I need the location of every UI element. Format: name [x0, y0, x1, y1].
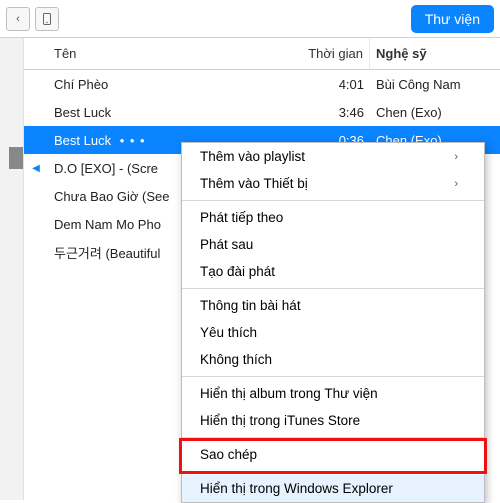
now-playing-icon: ◀: [24, 163, 48, 174]
toolbar: ‹ Thư viện: [0, 0, 500, 38]
ctx-separator: [182, 288, 484, 289]
track-name: Best Luck: [48, 105, 300, 120]
sidebar: [0, 38, 24, 500]
table-row[interactable]: Chí Phèo4:01Bùi Công Nam: [24, 70, 500, 98]
ctx-play-next[interactable]: Phát tiếp theo: [182, 204, 484, 231]
toolbar-left-group: ‹: [6, 7, 59, 31]
ctx-dislike[interactable]: Không thích: [182, 346, 484, 373]
table-row[interactable]: Best Luck3:46Chen (Exo): [24, 98, 500, 126]
ctx-separator: [182, 200, 484, 201]
more-icon[interactable]: • • •: [111, 133, 146, 148]
track-time: 4:01: [300, 77, 370, 92]
sidebar-marker: [9, 147, 23, 169]
ctx-love[interactable]: Yêu thích: [182, 319, 484, 346]
ctx-show-album[interactable]: Hiển thị album trong Thư viện: [182, 380, 484, 407]
ctx-copy[interactable]: Sao chép: [182, 441, 484, 468]
ctx-add-playlist[interactable]: Thêm vào playlist›: [182, 143, 484, 170]
header-name[interactable]: Tên: [24, 38, 300, 69]
ctx-play-later[interactable]: Phát sau: [182, 231, 484, 258]
ctx-separator: [182, 471, 484, 472]
chevron-right-icon: ›: [454, 151, 458, 163]
header-artist[interactable]: Nghệ sỹ: [370, 38, 500, 69]
context-menu: Thêm vào playlist› Thêm vào Thiết bị› Ph…: [181, 142, 485, 503]
back-button[interactable]: ‹: [6, 7, 30, 31]
chevron-right-icon: ›: [454, 178, 458, 190]
ctx-song-info[interactable]: Thông tin bài hát: [182, 292, 484, 319]
track-time: 3:46: [300, 105, 370, 120]
device-icon: [40, 12, 54, 26]
ctx-create-station[interactable]: Tạo đài phát: [182, 258, 484, 285]
ctx-separator: [182, 437, 484, 438]
ctx-show-explorer[interactable]: Hiển thị trong Windows Explorer: [182, 475, 484, 502]
library-button[interactable]: Thư viện: [411, 5, 494, 33]
ctx-add-device[interactable]: Thêm vào Thiết bị›: [182, 170, 484, 197]
header-time[interactable]: Thời gian: [300, 38, 370, 69]
track-artist: Chen (Exo): [370, 105, 500, 120]
device-button[interactable]: [35, 7, 59, 31]
ctx-separator: [182, 376, 484, 377]
track-name: Chí Phèo: [48, 77, 300, 92]
track-artist: Bùi Công Nam: [370, 77, 500, 92]
ctx-show-store[interactable]: Hiển thị trong iTunes Store: [182, 407, 484, 434]
column-headers: Tên Thời gian Nghệ sỹ: [24, 38, 500, 70]
